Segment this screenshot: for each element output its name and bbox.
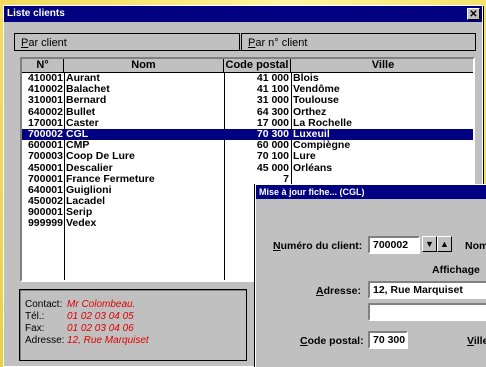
window-titlebar[interactable]: Liste clients ✕ — [4, 6, 482, 22]
adresse-line2-field[interactable] — [368, 303, 486, 321]
cell-num: 310001 — [27, 94, 63, 107]
tab-divider — [14, 50, 476, 51]
client-details-box: Contact: Mr Colombeau. Tél.: 01 02 03 04 0… — [19, 289, 247, 361]
column-header-code-postal[interactable]: Code postal — [224, 59, 291, 73]
spin-up-button[interactable]: ▲ — [437, 236, 452, 252]
cell-ville: Orléans — [293, 161, 333, 174]
table-row[interactable]: 170001 Caster 17 000 La Rochelle — [22, 117, 473, 129]
table-row[interactable]: 700002 CGL 70 300 Luxeuil — [22, 128, 473, 141]
table-row[interactable]: 700003 Coop De Lure 70 100 Lure — [22, 150, 473, 163]
numero-client-label: Numéro du client: — [273, 240, 363, 252]
dialog-titlebar[interactable]: Mise à jour fiche... (CGL) — [256, 185, 486, 199]
window-title: Liste clients — [7, 8, 65, 19]
column-header-ville[interactable]: Ville — [291, 59, 473, 73]
cell-num: 999999 — [27, 217, 63, 230]
update-record-dialog: Mise à jour fiche... (CGL) Numéro du cli… — [255, 184, 486, 367]
cell-ville: Toulouse — [293, 94, 339, 107]
detail-contact: Contact: Mr Colombeau. — [25, 299, 136, 310]
table-row[interactable]: 450001 Descalier 45 000 Orléans — [22, 161, 473, 174]
nom-label: Nom — [465, 240, 486, 252]
detail-fax: Fax: 01 02 03 04 06 — [25, 323, 134, 334]
tab-par-numero-client[interactable]: Par n° client — [241, 33, 476, 51]
code-postal-field[interactable]: 70 300 — [368, 331, 408, 349]
cell-code-postal: 31 000 — [256, 94, 289, 107]
cell-nom: Vedex — [66, 217, 97, 230]
cell-num: 700003 — [27, 150, 63, 163]
detail-adresse: Adresse: 12, Rue Marquiset — [25, 335, 149, 346]
table-row[interactable]: 310001 Bernard 31 000 Toulouse — [22, 94, 473, 107]
spin-down-button[interactable]: ▼ — [422, 236, 437, 252]
cell-code-postal: 70 100 — [256, 150, 289, 163]
numero-client-field[interactable]: 700002 — [368, 236, 420, 254]
affichage-label: Affichage — [432, 264, 480, 276]
cell-ville: Lure — [293, 150, 316, 163]
cell-nom: Coop De Lure — [66, 150, 135, 163]
close-button[interactable]: ✕ — [467, 8, 480, 20]
adresse-label: Adresse: — [316, 285, 361, 297]
cell-nom: Bernard — [66, 94, 107, 107]
detail-tel: Tél.: 01 02 03 04 05 — [25, 311, 134, 322]
ville-label: Ville — [467, 335, 486, 347]
adresse-line1-field[interactable]: 12, Rue Marquiset — [368, 281, 486, 299]
tab-par-client[interactable]: Par client — [14, 33, 240, 51]
column-header-nom[interactable]: Nom — [64, 59, 224, 73]
column-header-num[interactable]: N° — [22, 59, 64, 73]
code-postal-label: Code postal: — [300, 335, 364, 347]
cell-code-postal: 45 000 — [256, 161, 289, 174]
